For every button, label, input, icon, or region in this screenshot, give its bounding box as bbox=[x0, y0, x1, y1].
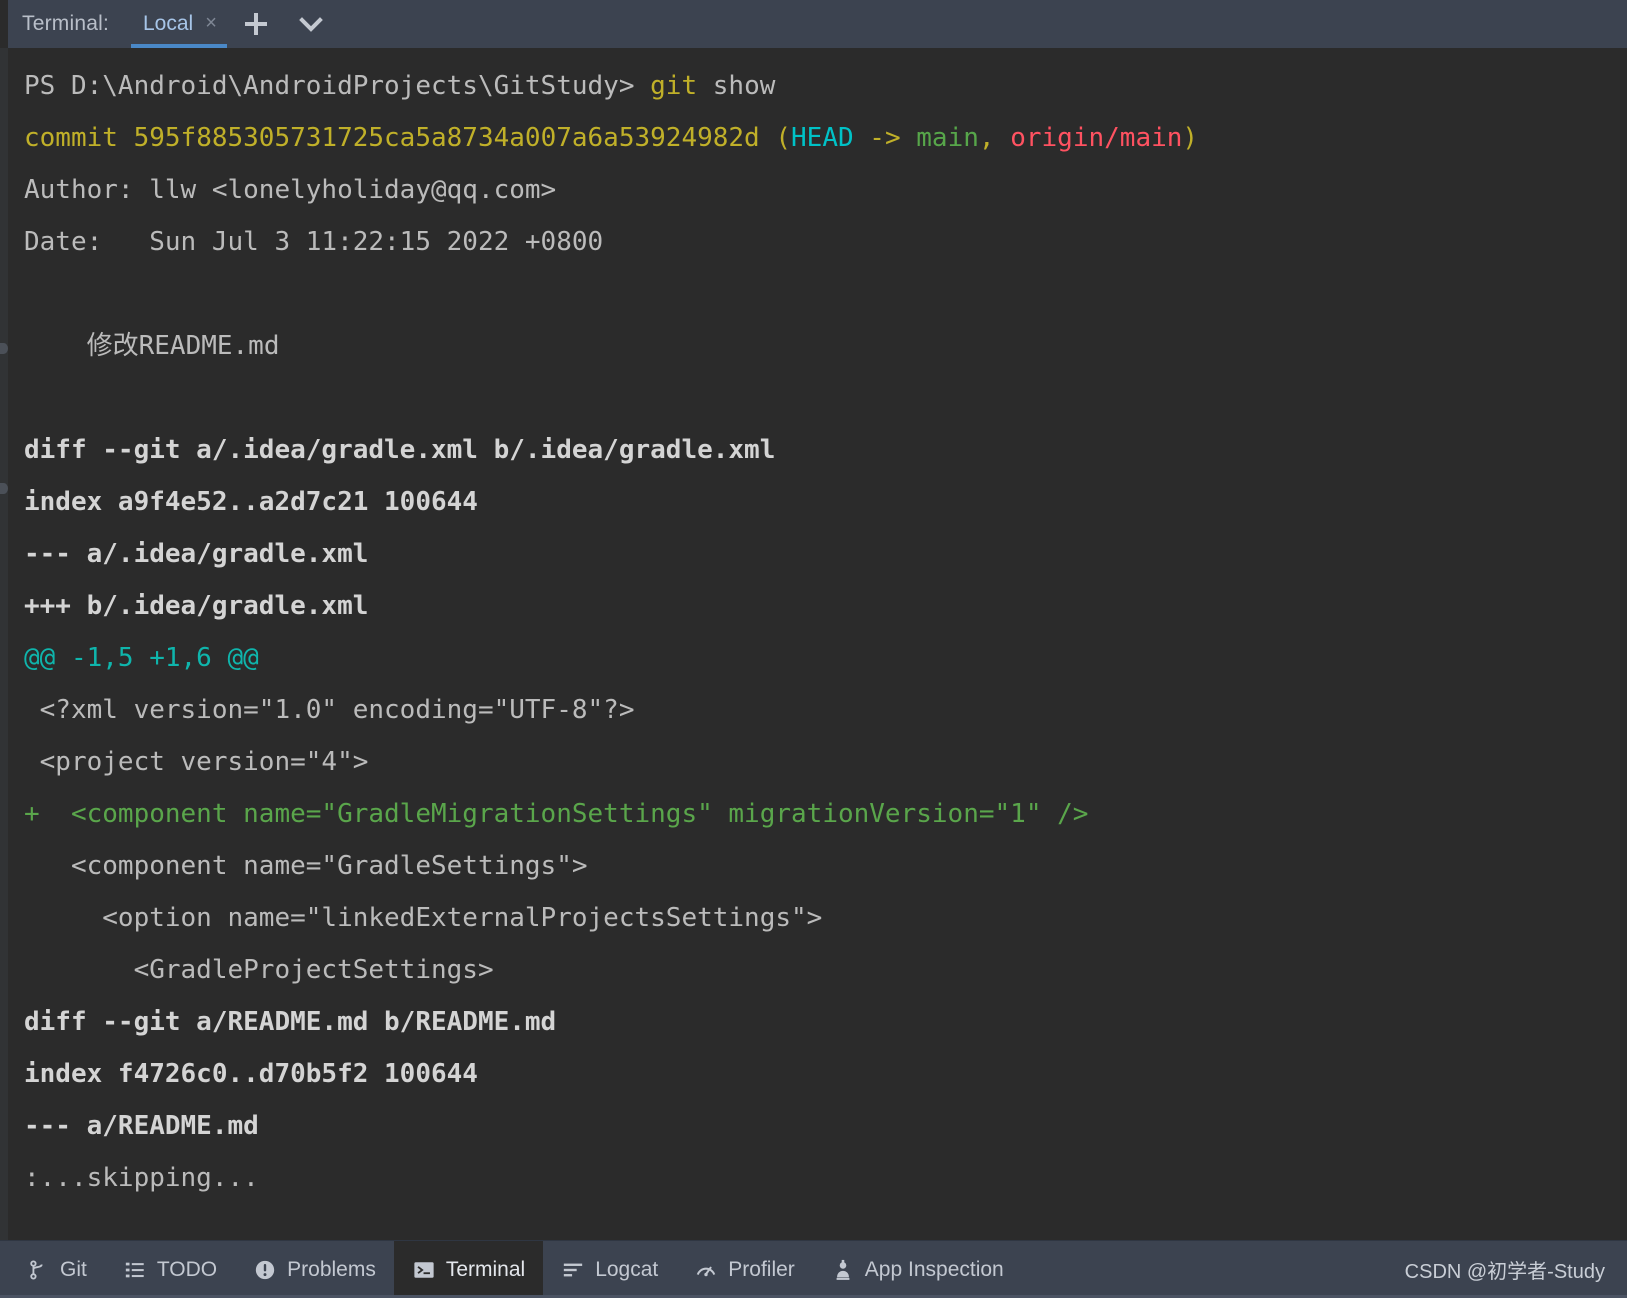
commit-branch: main bbox=[916, 123, 979, 153]
statusbar-item-label: Problems bbox=[287, 1257, 376, 1281]
chevron-down-icon[interactable] bbox=[283, 0, 339, 48]
close-icon[interactable]: × bbox=[205, 13, 217, 35]
prompt-command: git bbox=[650, 71, 698, 101]
terminal-diff-line: <option name="linkedExternalProjectsSett… bbox=[24, 903, 823, 933]
statusbar-item-label: Logcat bbox=[595, 1257, 659, 1281]
statusbar-item-profiler[interactable]: Profiler bbox=[676, 1241, 813, 1298]
commit-arrow: -> bbox=[853, 123, 917, 153]
statusbar-item-problems[interactable]: Problems bbox=[235, 1241, 394, 1298]
person-inspect-icon bbox=[831, 1258, 855, 1282]
terminal-tab-label: Local bbox=[143, 12, 194, 35]
prompt-command-arg: show bbox=[697, 71, 776, 101]
android-studio-terminal-window: Terminal: Local × PS D:\Android\AndroidP… bbox=[0, 0, 1627, 1298]
statusbar-item-todo[interactable]: TODO bbox=[105, 1241, 235, 1298]
terminal-line-commit: commit 595f885305731725ca5a8734a007a6a53… bbox=[8, 112, 1627, 164]
terminal-diff-line: <?xml version="1.0" encoding="UTF-8"?> bbox=[24, 695, 635, 725]
terminal-line-date: Date: Sun Jul 3 11:22:15 2022 +0800 bbox=[24, 227, 604, 257]
terminal-line-prompt: PS D:\Android\AndroidProjects\GitStudy> … bbox=[8, 60, 1627, 112]
bottom-tool-window-bar: Git TODO Problems Terminal Logcat Profiler App… bbox=[0, 1240, 1627, 1298]
terminal-text: PS D:\Android\AndroidProjects\GitStudy> … bbox=[8, 48, 1627, 1240]
prompt-path: PS D:\Android\AndroidProjects\GitStudy> bbox=[24, 71, 651, 101]
commit-remote-branch: origin/main bbox=[1010, 123, 1183, 153]
statusbar-item-label: App Inspection bbox=[864, 1257, 1004, 1281]
terminal-line-author: Author: llw <lonelyholiday@qq.com> bbox=[24, 175, 557, 205]
commit-paren-open: ( bbox=[759, 123, 792, 153]
terminal-diff-line: --- a/.idea/gradle.xml bbox=[24, 539, 369, 569]
terminal-diff-line: diff --git a/.idea/gradle.xml b/.idea/gr… bbox=[24, 435, 776, 465]
terminal-line-commit-message: 修改README.md bbox=[24, 331, 280, 361]
terminal-diff-block: diff --git a/.idea/gradle.xml b/.idea/gr… bbox=[8, 424, 1627, 1204]
terminal-output-area[interactable]: PS D:\Android\AndroidProjects\GitStudy> … bbox=[0, 48, 1627, 1240]
terminal-diff-line: index f4726c0..d70b5f2 100644 bbox=[24, 1059, 478, 1089]
statusbar-items: Git TODO Problems Terminal Logcat Profiler App… bbox=[8, 1241, 1022, 1298]
list-icon bbox=[123, 1258, 147, 1282]
watermark-label: CSDN @初学者-Study bbox=[1404, 1261, 1605, 1283]
exclamation-circle-icon bbox=[253, 1258, 277, 1282]
statusbar-item-label: Git bbox=[60, 1257, 87, 1281]
terminal-icon bbox=[412, 1258, 436, 1282]
terminal-diff-line: @@ -1,5 +1,6 @@ bbox=[24, 643, 259, 673]
statusbar-item-logcat[interactable]: Logcat bbox=[543, 1241, 676, 1298]
terminal-diff-line: :...skipping... bbox=[24, 1163, 259, 1193]
terminal-diff-line: --- a/README.md bbox=[24, 1111, 259, 1141]
terminal-tab-local[interactable]: Local × bbox=[125, 0, 229, 48]
terminal-diff-line: <project version="4"> bbox=[24, 747, 369, 777]
statusbar-left-strip bbox=[0, 1241, 8, 1298]
logcat-lines-icon bbox=[561, 1258, 585, 1282]
gutter-mark bbox=[0, 343, 8, 354]
terminal-tab-bar: Terminal: Local × bbox=[0, 0, 1627, 48]
statusbar-item-app-inspection[interactable]: App Inspection bbox=[813, 1241, 1022, 1298]
terminal-diff-line: <component name="GradleSettings"> bbox=[24, 851, 588, 881]
statusbar-item-label: TODO bbox=[156, 1257, 218, 1281]
statusbar-item-terminal[interactable]: Terminal bbox=[393, 1241, 544, 1298]
statusbar-item-git[interactable]: Git bbox=[8, 1241, 105, 1298]
tabbar-left-strip bbox=[0, 0, 8, 48]
statusbar-item-label: Profiler bbox=[728, 1257, 795, 1281]
plus-icon[interactable] bbox=[229, 0, 283, 48]
statusbar-spacer bbox=[1022, 1241, 1405, 1298]
terminal-diff-line: +++ b/.idea/gradle.xml bbox=[24, 591, 369, 621]
commit-paren-close: ) bbox=[1182, 123, 1199, 153]
commit-keyword: commit bbox=[24, 123, 134, 153]
terminal-diff-line: <GradleProjectSettings> bbox=[24, 955, 494, 985]
commit-head-ref: HEAD bbox=[791, 123, 854, 153]
statusbar-item-label: Terminal bbox=[445, 1257, 526, 1281]
gauge-icon bbox=[694, 1258, 718, 1282]
terminal-diff-line: + <component name="GradleMigrationSettin… bbox=[24, 799, 1089, 829]
terminal-diff-line: index a9f4e52..a2d7c21 100644 bbox=[24, 487, 478, 517]
commit-comma: , bbox=[978, 123, 1011, 153]
gutter-mark bbox=[0, 483, 8, 494]
terminal-panel-label: Terminal: bbox=[22, 12, 109, 35]
terminal-gutter bbox=[0, 48, 8, 1240]
terminal-diff-line: diff --git a/README.md b/README.md bbox=[24, 1007, 557, 1037]
git-branch-icon bbox=[26, 1258, 50, 1282]
commit-hash: 595f885305731725ca5a8734a007a6a53924982d bbox=[133, 123, 760, 153]
